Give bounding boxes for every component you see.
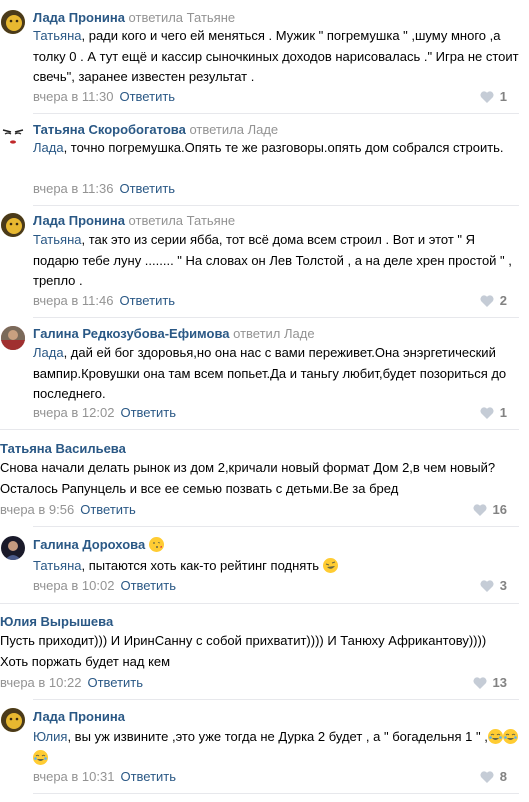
reply-target[interactable]: ответила Ладе: [189, 122, 278, 137]
like-count: 1: [499, 405, 507, 420]
author-name[interactable]: Лада Пронина: [33, 709, 125, 724]
mention-link[interactable]: Юлия: [33, 729, 67, 744]
mention-link[interactable]: Лада: [33, 345, 64, 360]
author-name[interactable]: Татьяна Васильева: [0, 441, 126, 456]
heart-icon: [472, 503, 487, 516]
mention-link[interactable]: Татьяна: [33, 558, 81, 573]
author-name[interactable]: Юлия Вырышева: [0, 614, 113, 629]
author-name[interactable]: Галина Редкозубова-Ефимова: [33, 326, 230, 341]
avatar[interactable]: [1, 326, 25, 350]
reply-button[interactable]: Ответить: [80, 502, 136, 517]
mention-link[interactable]: Татьяна: [33, 28, 81, 43]
avatar[interactable]: [1, 213, 25, 237]
comment-text: , вы уж извините ,это уже тогда не Дурка…: [67, 729, 488, 744]
reply-button[interactable]: Ответить: [119, 293, 175, 308]
comment-text: Пусть приходит))) И ИринСанну с собой пр…: [0, 633, 487, 669]
joy-emoji: [502, 729, 518, 744]
author-name[interactable]: Лада Пронина: [33, 213, 125, 228]
avatar[interactable]: [1, 536, 25, 560]
divider: [33, 526, 519, 527]
comment-date[interactable]: вчера в 10:02: [33, 578, 114, 593]
joy-emoji: [487, 729, 503, 744]
avatar[interactable]: [1, 10, 25, 34]
reply-target[interactable]: ответила Татьяне: [129, 10, 236, 25]
comment-date[interactable]: вчера в 11:36: [33, 181, 113, 196]
reply-button[interactable]: Ответить: [119, 181, 175, 196]
heart-icon: [480, 406, 494, 419]
like-count: 8: [499, 769, 507, 784]
comment-date[interactable]: вчера в 12:02: [33, 405, 114, 420]
heart-icon: [472, 676, 487, 689]
avatar[interactable]: [1, 708, 25, 732]
comment-text: , так это из серии ябба, тот всё дома вс…: [33, 232, 512, 288]
like-count: 1: [499, 89, 507, 104]
heart-icon: [480, 294, 494, 307]
divider: [33, 699, 519, 700]
comment-date[interactable]: вчера в 9:56: [0, 502, 74, 517]
like-button[interactable]: 1: [480, 89, 507, 104]
author-name[interactable]: Татьяна Скоробогатова: [33, 122, 186, 137]
like-count: 2: [499, 293, 507, 308]
reply-button[interactable]: Ответить: [120, 405, 176, 420]
like-button[interactable]: 16: [472, 502, 507, 517]
reply-button[interactable]: Ответить: [87, 675, 143, 690]
divider: [33, 317, 519, 318]
comment-text: , ради кого и чего ей меняться . Мужик "…: [33, 28, 519, 84]
mention-link[interactable]: Татьяна: [33, 232, 81, 247]
divider: [0, 429, 519, 430]
divider: [33, 113, 519, 114]
like-button[interactable]: 3: [480, 578, 507, 593]
like-button[interactable]: 2: [480, 293, 507, 308]
like-button[interactable]: 13: [472, 675, 507, 690]
joy-emoji: [33, 749, 48, 765]
comment-text: , дай ей бог здоровья,но она нас с вами …: [33, 345, 507, 401]
reply-target[interactable]: ответила Татьяне: [129, 213, 236, 228]
reply-button[interactable]: Ответить: [120, 578, 176, 593]
heart-icon: [480, 90, 494, 103]
reply-target[interactable]: ответил Ладе: [233, 326, 314, 341]
author-name[interactable]: Галина Дорохова: [33, 537, 145, 552]
like-count: 13: [492, 675, 507, 690]
reply-button[interactable]: Ответить: [119, 89, 175, 104]
heart-icon: [480, 579, 494, 592]
heart-icon: [480, 770, 494, 783]
comment-date[interactable]: вчера в 10:22: [0, 675, 81, 690]
rofl-emoji: [322, 558, 338, 573]
reply-button[interactable]: Ответить: [120, 769, 176, 784]
comment-text: Снова начали делать рынок из дом 2,крича…: [0, 460, 496, 496]
divider: [33, 205, 519, 206]
like-button[interactable]: 1: [480, 405, 507, 420]
divider: [0, 603, 519, 604]
divider: [33, 793, 519, 794]
comment-date[interactable]: вчера в 11:30: [33, 89, 113, 104]
comment-text: , пытаются хоть как-то рейтинг поднять: [81, 558, 320, 573]
like-count: 3: [499, 578, 507, 593]
avatar[interactable]: [1, 122, 25, 146]
kiss-emoji: [148, 537, 164, 552]
like-button[interactable]: 8: [480, 769, 507, 784]
mention-link[interactable]: Лада: [33, 140, 64, 155]
author-name[interactable]: Лада Пронина: [33, 10, 125, 25]
comment-text: , точно погремушка.Опять те же разговоры…: [63, 140, 504, 155]
comment-date[interactable]: вчера в 10:31: [33, 769, 114, 784]
comment-date[interactable]: вчера в 11:46: [33, 293, 113, 308]
like-count: 16: [492, 502, 507, 517]
